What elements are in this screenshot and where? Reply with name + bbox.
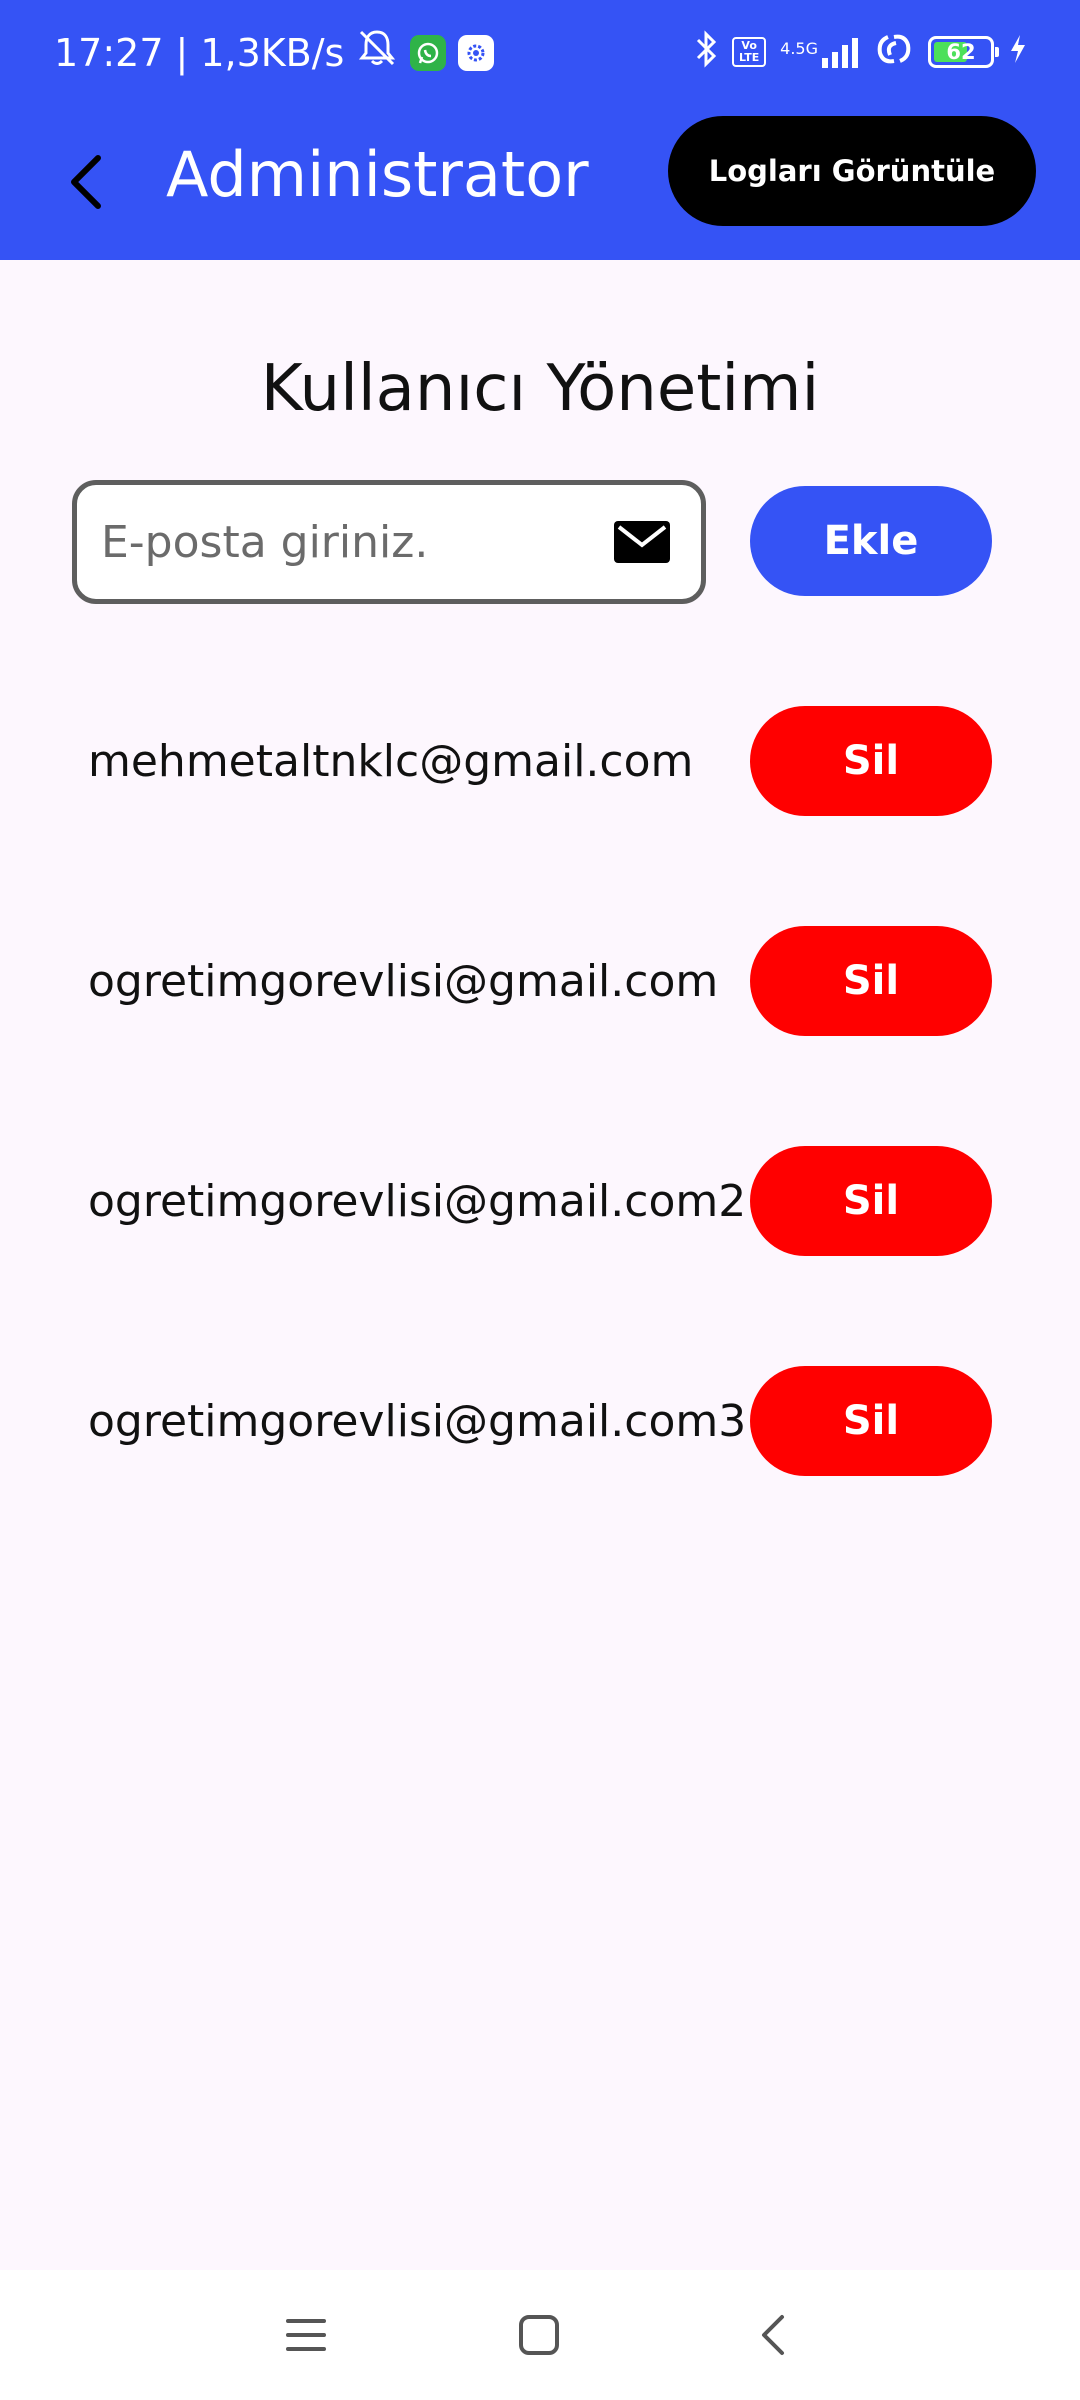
email-field — [72, 480, 706, 604]
menu-icon — [286, 2319, 326, 2351]
screen: 17:27 | 1,3KB/s Vo LTE 4.5G 62 Administr… — [0, 0, 1080, 2400]
network-type: 4.5G — [780, 38, 818, 58]
user-email: mehmetaltnklc@gmail.com — [88, 736, 694, 787]
appbar-title: Administrator — [166, 138, 589, 211]
top-bar: 17:27 | 1,3KB/s Vo LTE 4.5G 62 Administr… — [0, 0, 1080, 260]
battery-level: 62 — [946, 39, 976, 64]
status-left: 17:27 | 1,3KB/s — [54, 28, 495, 77]
delete-user-button[interactable]: Sil — [750, 926, 992, 1036]
mute-icon — [356, 28, 398, 77]
home-square-icon — [519, 2315, 559, 2355]
charging-icon — [1008, 33, 1028, 70]
view-logs-button[interactable]: Logları Görüntüle — [668, 116, 1036, 226]
list-item: ogretimgorevlisi@gmail.com2 Sil — [0, 1146, 1080, 1256]
delete-user-button[interactable]: Sil — [750, 706, 992, 816]
list-item: mehmetaltnklc@gmail.com Sil — [0, 706, 1080, 816]
volte-icon: Vo LTE — [732, 36, 767, 67]
arrow-left-icon — [71, 155, 101, 209]
nav-home-button[interactable] — [499, 2300, 579, 2370]
network-speed: 1,3KB/s — [200, 30, 345, 75]
page-title: Kullanıcı Yönetimi — [260, 352, 820, 426]
status-separator: | — [175, 30, 189, 75]
list-item: ogretimgorevlisi@gmail.com Sil — [0, 926, 1080, 1036]
user-email: ogretimgorevlisi@gmail.com3 — [88, 1396, 747, 1447]
email-input[interactable] — [77, 485, 577, 599]
hotspot-icon — [874, 31, 914, 72]
signal-icon: 4.5G — [780, 36, 860, 68]
status-right: Vo LTE 4.5G 62 — [694, 30, 1028, 73]
nav-recents-button[interactable] — [266, 2300, 346, 2370]
app-bar: Administrator Logları Görüntüle — [0, 104, 1080, 260]
delete-user-button[interactable]: Sil — [750, 1366, 992, 1476]
back-chevron-icon — [762, 2315, 784, 2355]
back-button[interactable] — [44, 140, 128, 224]
add-user-button[interactable]: Ekle — [750, 486, 992, 596]
whatsapp-icon — [410, 34, 447, 71]
settings-app-icon — [458, 34, 495, 71]
system-navigation-bar — [0, 2270, 1080, 2400]
delete-user-button[interactable]: Sil — [750, 1146, 992, 1256]
list-item: ogretimgorevlisi@gmail.com3 Sil — [0, 1366, 1080, 1476]
nav-back-button[interactable] — [732, 2300, 812, 2370]
battery-icon: 62 — [928, 35, 999, 68]
bluetooth-icon — [694, 30, 718, 73]
user-email: ogretimgorevlisi@gmail.com — [88, 956, 719, 1007]
user-email: ogretimgorevlisi@gmail.com2 — [88, 1176, 747, 1227]
mail-icon — [614, 521, 670, 563]
status-bar: 17:27 | 1,3KB/s Vo LTE 4.5G 62 — [0, 0, 1080, 104]
status-time: 17:27 — [54, 30, 164, 75]
